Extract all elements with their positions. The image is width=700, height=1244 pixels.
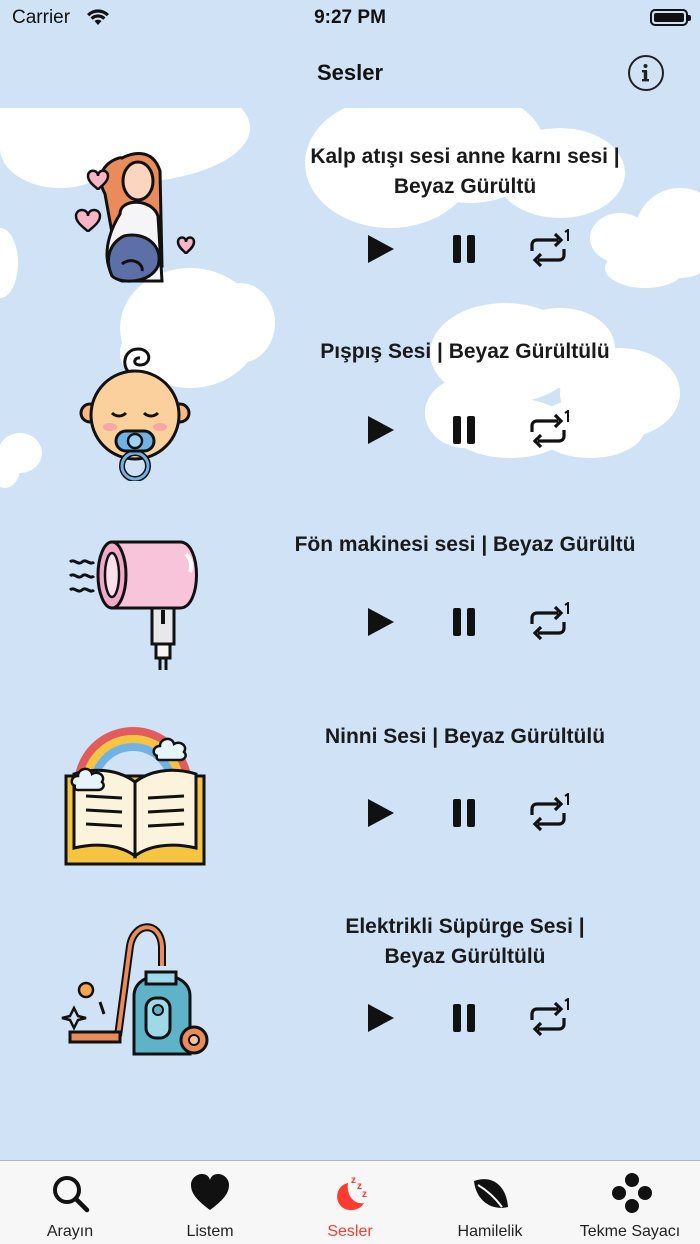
tab-pregnancy[interactable]: Hamilelik: [420, 1161, 560, 1244]
battery-icon: [650, 9, 691, 26]
repeat-one-button[interactable]: [528, 228, 572, 269]
tab-label: Sesler: [327, 1223, 373, 1240]
pause-icon: [453, 1004, 475, 1032]
sound-row-lullaby: Ninni Sesi | Beyaz Gürültülü: [0, 698, 700, 888]
repeat-one-button[interactable]: [528, 997, 572, 1038]
sound-title: Elektrikli Süpürge Sesi | Beyaz Gürültül…: [280, 912, 650, 972]
pause-icon: [453, 416, 475, 444]
play-icon: [368, 799, 394, 827]
sounds-list[interactable]: Kalp atışı sesi anne karnı sesi | Beyaz …: [0, 108, 700, 1160]
sound-title-line-1: Kalp atışı sesi anne karnı sesi |: [310, 145, 620, 168]
vacuum-cleaner-icon: [61, 923, 209, 1056]
repeat-one-icon: [530, 792, 569, 832]
pregnant-woman-icon: [74, 152, 196, 283]
repeat-one-icon: [530, 601, 569, 641]
playback-controls: [360, 228, 580, 269]
pause-icon: [453, 799, 475, 827]
hair-dryer-icon: [68, 540, 198, 670]
footprint-dots-icon: [612, 1173, 652, 1213]
storybook-rainbow-icon: [64, 727, 206, 866]
playback-controls: [360, 792, 580, 833]
pause-button[interactable]: [444, 229, 484, 269]
sound-title-line-1: Ninni Sesi | Beyaz Gürültülü: [324, 725, 606, 748]
sound-row-vacuum: Elektrikli Süpürge Sesi | Beyaz Gürültül…: [0, 888, 700, 1078]
sound-title-line-1: Pışpış Sesi | Beyaz Gürültülü: [320, 340, 610, 363]
play-icon: [368, 608, 394, 636]
sound-title-line-2: Beyaz Gürültü: [393, 175, 537, 198]
tab-bar: Arayın Listem z z z Sesler Hamilelik Tek…: [0, 1160, 700, 1244]
tab-search[interactable]: Arayın: [0, 1161, 140, 1244]
sound-title-line-2: Beyaz Gürültülü: [384, 945, 546, 968]
play-icon: [368, 1004, 394, 1032]
pause-icon: [453, 235, 475, 263]
heart-icon: [191, 1174, 229, 1210]
search-icon: [53, 1176, 90, 1213]
pause-button[interactable]: [444, 998, 484, 1038]
navigation-bar: Sesler: [0, 36, 700, 108]
status-time: 9:27 PM: [314, 7, 386, 28]
tab-label: Hamilelik: [457, 1223, 523, 1240]
tab-sounds[interactable]: z z z Sesler: [280, 1161, 420, 1244]
info-button[interactable]: [628, 55, 664, 91]
tab-kick-counter[interactable]: Tekme Sayacı: [560, 1161, 700, 1244]
playback-controls: [360, 601, 580, 642]
sound-title: Ninni Sesi | Beyaz Gürültülü: [280, 722, 650, 752]
sound-title: Fön makinesi sesi | Beyaz Gürültü: [280, 530, 650, 560]
sound-row-heartbeat: Kalp atışı sesi anne karnı sesi | Beyaz …: [0, 118, 700, 308]
repeat-one-button[interactable]: [528, 792, 572, 833]
playback-controls: [360, 409, 580, 450]
repeat-one-icon: [530, 409, 569, 449]
sound-title-line-1: Fön makinesi sesi | Beyaz Gürültü: [294, 533, 636, 556]
repeat-one-icon: [530, 997, 569, 1037]
tab-favorites[interactable]: Listem: [140, 1161, 280, 1244]
leaf-icon: [474, 1179, 508, 1208]
play-button[interactable]: [360, 602, 400, 642]
repeat-one-icon: [530, 228, 569, 268]
play-button[interactable]: [360, 410, 400, 450]
status-bar: Carrier 9:27 PM: [0, 0, 700, 36]
baby-pacifier-icon: [79, 347, 191, 481]
svg-text:z: z: [362, 1189, 367, 1200]
page-title: Sesler: [316, 60, 384, 85]
sound-title-line-1: Elektrikli Süpürge Sesi |: [345, 915, 585, 938]
pause-button[interactable]: [444, 410, 484, 450]
play-button[interactable]: [360, 229, 400, 269]
pause-button[interactable]: [444, 793, 484, 833]
info-circle-icon: [642, 64, 649, 82]
play-icon: [368, 416, 394, 444]
sound-title: Pışpış Sesi | Beyaz Gürültülü: [280, 337, 650, 367]
sound-title: Kalp atışı sesi anne karnı sesi | Beyaz …: [280, 142, 650, 202]
play-icon: [368, 235, 394, 263]
pause-button[interactable]: [444, 602, 484, 642]
sound-row-shushing: Pışpış Sesi | Beyaz Gürültülü: [0, 313, 700, 503]
play-button[interactable]: [360, 793, 400, 833]
repeat-one-button[interactable]: [528, 409, 572, 450]
tab-label: Listem: [186, 1223, 234, 1240]
playback-controls: [360, 997, 580, 1038]
repeat-one-button[interactable]: [528, 601, 572, 642]
moon-zzz-icon: z z z: [337, 1175, 367, 1211]
sound-row-hair-dryer: Fön makinesi sesi | Beyaz Gürültü: [0, 506, 700, 696]
pause-icon: [453, 608, 475, 636]
svg-text:z: z: [351, 1175, 356, 1186]
tab-label: Arayın: [46, 1223, 94, 1240]
tab-label: Tekme Sayacı: [579, 1223, 681, 1240]
play-button[interactable]: [360, 998, 400, 1038]
